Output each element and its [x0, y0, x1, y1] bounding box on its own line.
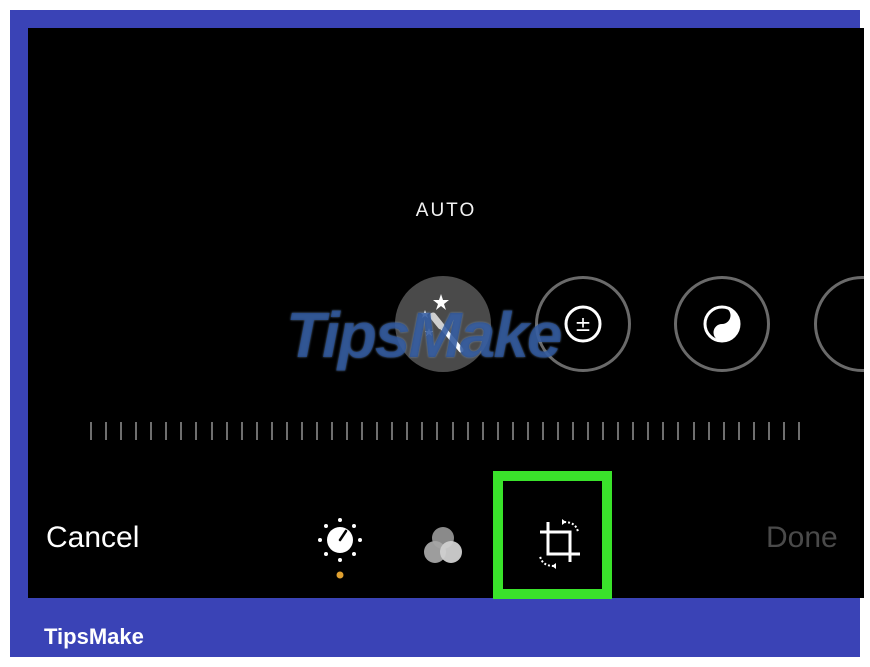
slider-tick [165, 422, 168, 440]
slider-tick [496, 422, 499, 440]
slider-tick [587, 422, 590, 440]
filters-tool-button[interactable] [413, 522, 473, 572]
slider-tick [90, 422, 92, 440]
slider-tick [692, 422, 695, 440]
more-adjust-button[interactable] [814, 276, 864, 372]
yin-yang-icon [703, 305, 741, 343]
slider-tick [707, 422, 710, 440]
plus-minus-icon: ± [564, 305, 602, 343]
slider-tick [481, 422, 484, 440]
mode-label: AUTO [415, 200, 477, 221]
slider-tick [767, 422, 770, 440]
slider-tick [526, 422, 529, 440]
photo-edit-screen: AUTO ± TipsMake Cancel Done [28, 28, 864, 598]
slider-tick [541, 422, 544, 440]
slider-tick [677, 422, 680, 440]
slider-tick [752, 422, 755, 440]
magic-wand-icon [421, 294, 464, 353]
cancel-button[interactable]: Cancel [46, 521, 139, 555]
slider-tick [195, 422, 198, 440]
slider-tick [737, 422, 740, 440]
slider-tick [285, 422, 288, 440]
slider-tick [135, 422, 138, 440]
slider-tick [556, 422, 559, 440]
slider-tick [617, 422, 620, 440]
slider-tick [511, 422, 514, 440]
slider-tick [797, 422, 800, 440]
slider-tick [331, 422, 333, 440]
slider-tick [255, 422, 258, 440]
slider-tick [346, 422, 349, 440]
svg-text:±: ± [575, 312, 592, 336]
adjust-tool-button[interactable] [311, 516, 369, 586]
slider-tick [647, 422, 650, 440]
slider-tick [436, 422, 439, 440]
filters-icon [424, 527, 462, 563]
slider-tick [225, 422, 228, 440]
black-white-adjust-button[interactable] [674, 276, 770, 372]
slider-tick [120, 422, 123, 440]
slider-tick [632, 422, 635, 440]
auto-enhance-button[interactable] [395, 276, 491, 372]
brand-label: TipsMake [44, 624, 144, 649]
slider-tick [376, 422, 379, 440]
slider-tick [105, 422, 108, 440]
slider-tick [180, 422, 183, 440]
slider-tick [662, 422, 665, 440]
partial-circle-icon [817, 279, 864, 369]
slider-tick [466, 422, 469, 440]
slider-tick [406, 422, 409, 440]
slider-tick [782, 422, 785, 440]
slider-tick [150, 422, 153, 440]
slider-tick [240, 422, 243, 440]
done-button[interactable]: Done [766, 521, 838, 555]
slider-tick [210, 422, 213, 440]
adjustment-slider[interactable] [90, 422, 800, 440]
slider-tick [572, 422, 574, 440]
slider-tick [722, 422, 725, 440]
slider-tick [361, 422, 364, 440]
slider-tick [391, 422, 394, 440]
crop-highlight-box [493, 471, 612, 599]
slider-tick [315, 422, 318, 440]
active-indicator-dot [336, 571, 344, 579]
slider-tick [451, 422, 454, 440]
light-adjust-button[interactable]: ± [535, 276, 631, 372]
slider-tick [270, 422, 273, 440]
slider-tick [421, 422, 424, 440]
slider-tick [602, 422, 605, 440]
slider-tick [300, 422, 303, 440]
dial-icon [318, 518, 362, 579]
